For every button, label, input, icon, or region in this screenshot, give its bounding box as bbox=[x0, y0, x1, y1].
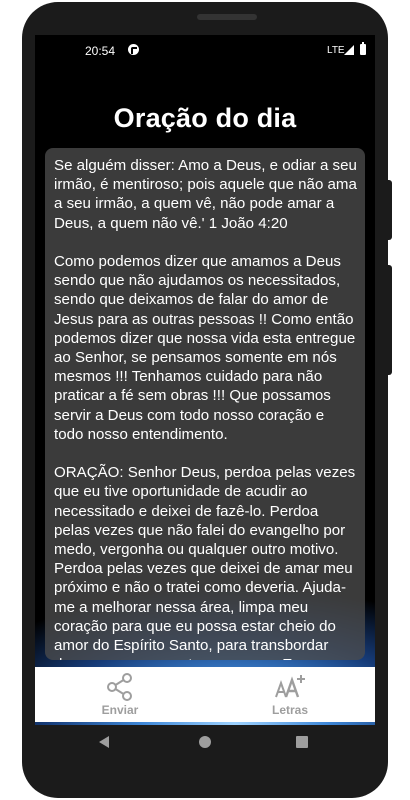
prayer-card[interactable]: Se alguém disser: Amo a Deus, e odiar a … bbox=[45, 148, 365, 660]
phone-side-button bbox=[386, 180, 392, 240]
network-type: LTE bbox=[327, 45, 345, 56]
battery-icon bbox=[360, 42, 366, 55]
back-icon[interactable] bbox=[99, 736, 109, 748]
prayer-text: Se alguém disser: Amo a Deus, e odiar a … bbox=[45, 148, 365, 660]
status-time: 20:54 bbox=[85, 44, 116, 58]
share-icon bbox=[107, 673, 132, 701]
status-bar: 20:54 LTE bbox=[35, 35, 375, 65]
share-button[interactable]: Enviar bbox=[35, 667, 205, 722]
font-size-button[interactable]: Letras bbox=[205, 667, 375, 722]
signal-icon bbox=[344, 45, 354, 55]
home-icon[interactable] bbox=[199, 736, 211, 748]
app-notification-icon bbox=[128, 44, 139, 55]
font-size-icon bbox=[275, 675, 305, 698]
share-label: Enviar bbox=[101, 703, 139, 717]
page-title: Oração do dia bbox=[113, 103, 297, 133]
system-navigation-bar bbox=[35, 725, 375, 761]
phone-volume-button bbox=[386, 265, 392, 375]
prayer-verse: Se alguém disser: Amo a Deus, e odiar a … bbox=[54, 157, 357, 232]
phone-speaker bbox=[197, 14, 257, 20]
prayer-oration: ORAÇÃO: Senhor Deus, perdoa pelas vezes … bbox=[54, 464, 356, 660]
recents-icon[interactable] bbox=[296, 736, 308, 748]
prayer-reflection: Como podemos dizer que amamos a Deus sen… bbox=[54, 253, 356, 443]
bottom-action-bar: Enviar Letras bbox=[35, 667, 375, 722]
app-screen: 20:54 LTE Oração do dia Se alguém disser… bbox=[35, 35, 375, 725]
font-size-label: Letras bbox=[271, 703, 309, 717]
